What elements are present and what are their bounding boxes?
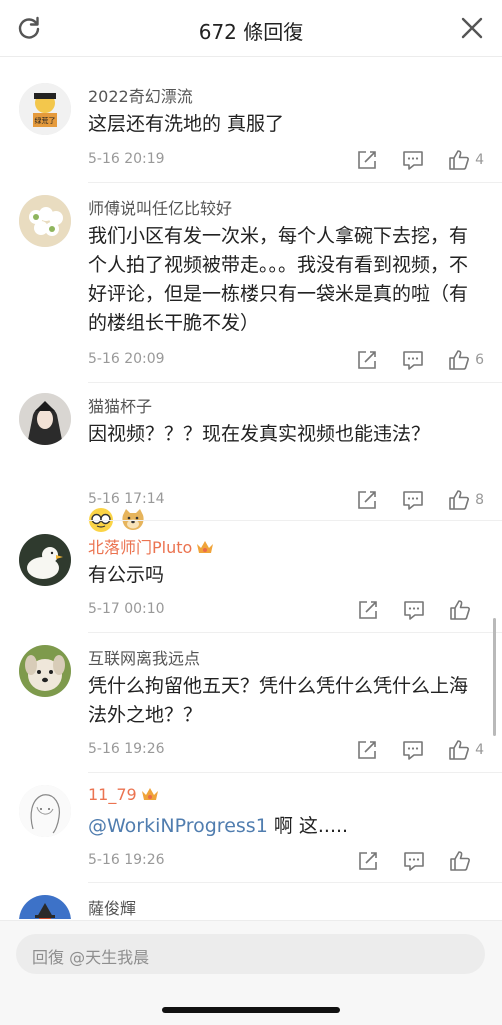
page-title: 672 條回復 xyxy=(198,20,304,44)
comment-icon[interactable] xyxy=(402,349,424,371)
like-count: 4 xyxy=(475,742,484,758)
reply-input[interactable]: 回復 @天生我晨 xyxy=(16,934,485,974)
share-icon[interactable] xyxy=(356,349,378,371)
mention-link[interactable]: @WorkiNProgress1 xyxy=(88,815,268,837)
like-count: 4 xyxy=(475,152,484,168)
timestamp: 5-17 00:10 xyxy=(88,601,165,617)
timestamp: 5-16 20:09 xyxy=(88,351,165,367)
avatar[interactable] xyxy=(19,393,71,445)
username[interactable]: 2022奇幻漂流 xyxy=(88,83,193,107)
username-text: 11_79 xyxy=(88,785,137,804)
avatar[interactable]: 绿荒了 xyxy=(19,83,71,135)
comment-item: 师傅说叫任亿比较好 我们小区有发一次米，每个人拿碗下去挖，有个人拍了视频被带走。… xyxy=(0,195,502,383)
doge-emoji-icon xyxy=(120,507,146,533)
timestamp: 5-16 19:26 xyxy=(88,741,165,757)
comment-text: 有公示吗 xyxy=(88,564,165,586)
avatar-text: 绿荒了 xyxy=(35,116,56,125)
comment-item: 绿荒了 2022奇幻漂流 这层还有洗地的 真服了 5-16 20:19 4 xyxy=(0,83,502,183)
close-icon[interactable] xyxy=(458,14,486,42)
username[interactable]: 师傅说叫任亿比较好 xyxy=(88,195,232,219)
comment-text: 这层还有洗地的 真服了 xyxy=(88,113,285,135)
like-icon[interactable] xyxy=(448,149,470,171)
comment-item: 11_79 @WorkiNProgress1 啊 这..... 5-16 19:… xyxy=(0,785,502,883)
timestamp: 5-16 19:26 xyxy=(88,852,165,868)
share-icon[interactable] xyxy=(356,489,378,511)
comment-item: 猫猫杯子 因视频？？？现在发真实视频也能违法？ 5-16 17:14 8 xyxy=(0,393,502,532)
comment-item: 北落师门Pluto 有公示吗 5-17 00:10 xyxy=(0,534,502,633)
username[interactable]: 猫猫杯子 xyxy=(88,393,152,417)
scrollbar[interactable] xyxy=(493,618,496,736)
username[interactable]: 互联网离我远点 xyxy=(88,645,200,669)
glasses-emoji-icon xyxy=(88,507,114,533)
comment-actions xyxy=(333,850,484,872)
comment-actions: 4 xyxy=(332,149,484,171)
comment-icon[interactable] xyxy=(402,149,424,171)
reply-placeholder: 回復 @天生我晨 xyxy=(32,948,150,967)
comment-actions: 6 xyxy=(332,349,484,371)
home-indicator xyxy=(162,1007,340,1013)
comment-text: @WorkiNProgress1 啊 这..... xyxy=(88,812,480,841)
like-count: 6 xyxy=(475,352,484,368)
username-text: 北落师门Pluto xyxy=(88,538,193,557)
username[interactable]: 11_79 xyxy=(88,785,159,804)
comment-text: 凭什么拘留他五天？凭什么凭什么凭什么上海法外之地？？ xyxy=(88,675,469,726)
comment-item: 薩俊輝 xyxy=(0,895,502,919)
like-icon[interactable] xyxy=(448,349,470,371)
share-icon[interactable] xyxy=(357,850,379,872)
reply-bar: 回復 @天生我晨 xyxy=(0,920,502,1025)
like-icon[interactable] xyxy=(448,739,470,761)
share-icon[interactable] xyxy=(356,739,378,761)
like-icon[interactable] xyxy=(449,599,471,621)
avatar[interactable] xyxy=(19,785,71,837)
header-bar: 672 條回復 xyxy=(0,0,502,57)
comment-icon[interactable] xyxy=(402,739,424,761)
comment-icon[interactable] xyxy=(403,850,425,872)
comment-icon[interactable] xyxy=(403,599,425,621)
comment-actions: 8 xyxy=(332,489,484,511)
comment-text-body: 啊 这..... xyxy=(267,815,349,837)
timestamp: 5-16 17:14 xyxy=(88,491,165,507)
like-icon[interactable] xyxy=(448,489,470,511)
like-icon[interactable] xyxy=(449,850,471,872)
comment-item: 互联网离我远点 凭什么拘留他五天？凭什么凭什么凭什么上海法外之地？？ 5-16 … xyxy=(0,645,502,773)
share-icon[interactable] xyxy=(357,599,379,621)
vip-crown-icon xyxy=(196,539,214,555)
comment-text: 因视频？？？现在发真实视频也能违法？ xyxy=(88,423,431,445)
comment-text: 我们小区有发一次米，每个人拿碗下去挖，有个人拍了视频被带走。。。我没有看到视频，… xyxy=(88,225,469,334)
vip-crown-icon xyxy=(141,786,159,802)
like-count: 8 xyxy=(475,492,484,508)
emoji-row xyxy=(88,507,146,533)
avatar[interactable] xyxy=(19,895,71,919)
username[interactable]: 薩俊輝 xyxy=(88,895,136,919)
avatar[interactable] xyxy=(19,645,71,697)
avatar[interactable] xyxy=(19,534,71,586)
share-icon[interactable] xyxy=(356,149,378,171)
comment-icon[interactable] xyxy=(402,489,424,511)
timestamp: 5-16 20:19 xyxy=(88,151,165,167)
comment-list[interactable]: 绿荒了 2022奇幻漂流 这层还有洗地的 真服了 5-16 20:19 4 师傅… xyxy=(0,57,502,919)
username[interactable]: 北落师门Pluto xyxy=(88,534,214,558)
avatar[interactable] xyxy=(19,195,71,247)
comment-actions: 4 xyxy=(332,739,484,761)
comment-actions xyxy=(333,599,484,621)
